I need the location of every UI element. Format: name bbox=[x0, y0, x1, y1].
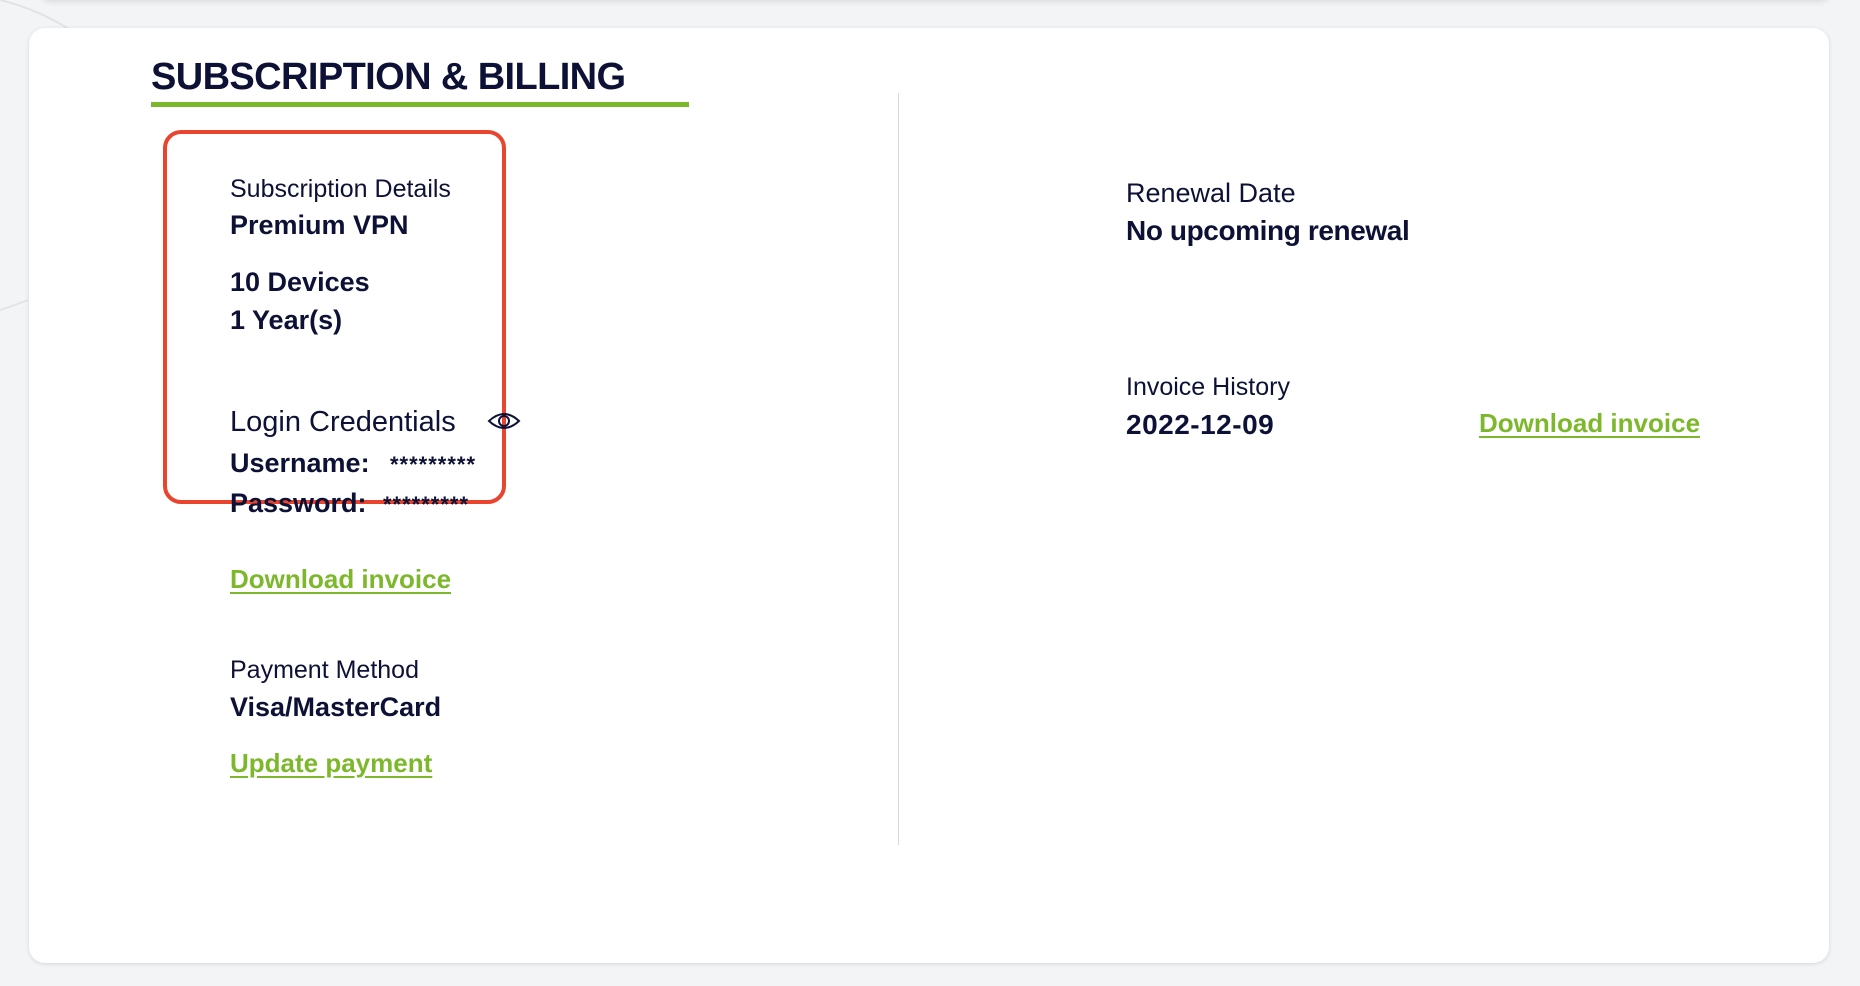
password-value: ********* bbox=[383, 492, 470, 517]
invoice-history-date: 2022-12-09 bbox=[1126, 409, 1275, 440]
eye-icon[interactable] bbox=[487, 410, 521, 432]
subscription-plan: Premium VPN bbox=[230, 210, 409, 240]
subscription-duration: 1 Year(s) bbox=[230, 305, 343, 335]
username-value: ********* bbox=[390, 452, 477, 477]
password-label: Password: bbox=[230, 488, 367, 518]
title-underline bbox=[151, 102, 689, 107]
renewal-date-label: Renewal Date bbox=[1126, 178, 1296, 208]
subscription-devices: 10 Devices bbox=[230, 267, 370, 297]
section-title: SUBSCRIPTION & BILLING bbox=[151, 56, 626, 98]
invoice-history-label: Invoice History bbox=[1126, 373, 1290, 401]
download-invoice-link[interactable]: Download invoice bbox=[230, 564, 451, 595]
payment-method-value: Visa/MasterCard bbox=[230, 692, 442, 722]
renewal-date-value: No upcoming renewal bbox=[1126, 215, 1410, 246]
payment-method-label: Payment Method bbox=[230, 656, 419, 684]
update-payment-link[interactable]: Update payment bbox=[230, 748, 432, 779]
invoice-history-download-link[interactable]: Download invoice bbox=[1479, 408, 1700, 439]
username-label: Username: bbox=[230, 448, 370, 478]
column-divider bbox=[898, 93, 899, 845]
login-credentials-title: Login Credentials bbox=[230, 406, 456, 438]
subscription-details-label: Subscription Details bbox=[230, 175, 451, 203]
